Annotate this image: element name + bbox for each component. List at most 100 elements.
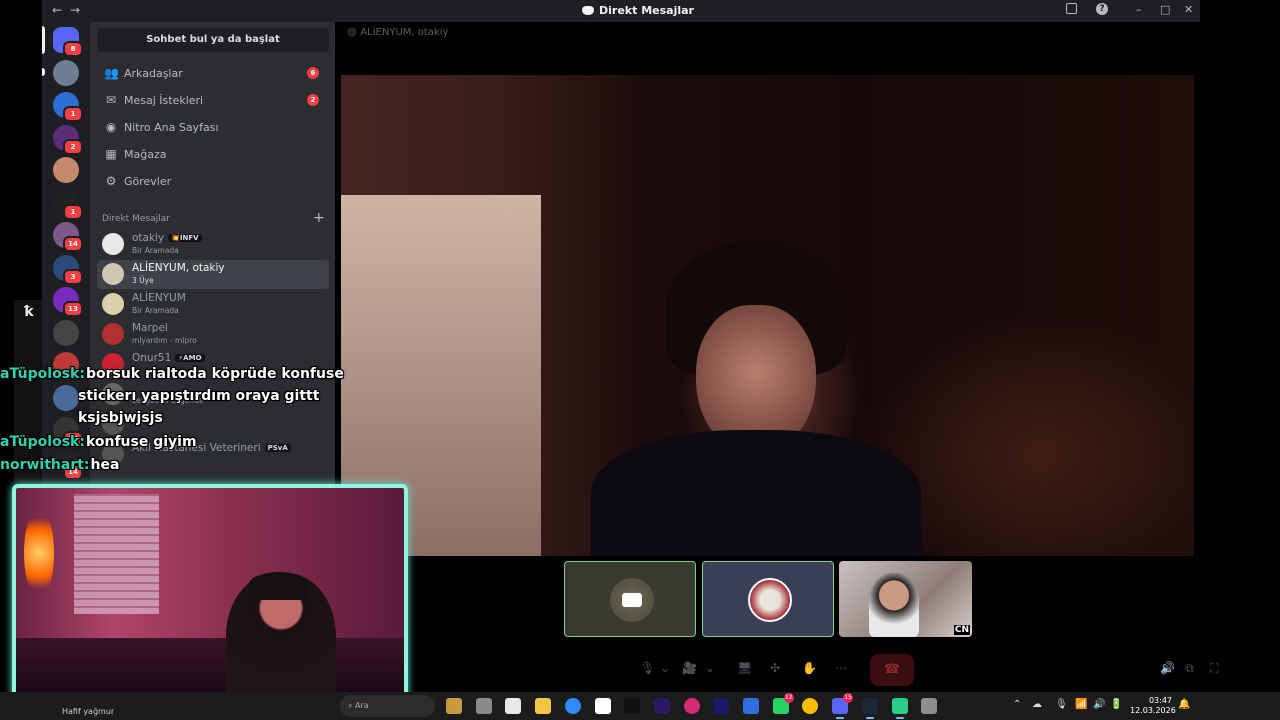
- dm-item[interactable]: Marpel mlyardım - mlpro: [97, 320, 329, 349]
- server-icon-server-3[interactable]: 1: [53, 92, 83, 122]
- nav-label: Mesaj İstekleri: [124, 94, 204, 107]
- participant-video: [869, 573, 919, 637]
- taskbar-app-discord[interactable]: 15: [832, 693, 854, 714]
- dm-item[interactable]: ALİENYUM Bir Aramada: [97, 290, 329, 319]
- server-icon-server-2[interactable]: [53, 59, 79, 86]
- create-dm-button[interactable]: +: [313, 210, 325, 226]
- dm-name-text: ALİENYUM: [132, 292, 186, 304]
- call-control-6[interactable]: ✋: [802, 661, 817, 675]
- call-control-3[interactable]: ⌄: [705, 661, 715, 675]
- taskbar-app-tiktok[interactable]: [624, 698, 641, 714]
- clock[interactable]: 03:47 12.03.2026: [1130, 696, 1176, 716]
- tray-icon-1[interactable]: ☁: [1032, 699, 1042, 710]
- unread-badge: 2: [63, 138, 83, 155]
- notification-icon[interactable]: 🔔: [1178, 699, 1190, 710]
- taskbar: Hafif yağmur ⌕ Ara 12 15 ⌃ ☁ 🎙 📶 🔊 🔋 03:47 12.…: [0, 692, 1280, 720]
- chat-text: konfuse giyim: [85, 434, 197, 450]
- call-control-0[interactable]: 🎙: [640, 661, 655, 675]
- dm-status: Bir Aramada: [132, 246, 179, 255]
- window-title-group: Direkt Mesajlar: [582, 4, 694, 17]
- tray-icon-0[interactable]: ⌃: [1013, 699, 1021, 710]
- avatar: [102, 323, 124, 345]
- chat-message: stickerı yapıştırdım oraya gittt: [78, 388, 319, 404]
- nav-count-badge: 6: [307, 67, 319, 79]
- desktop: ← → Direkt Mesajlar ? – □ ✕ 8 1 2 1 14 3 13 19 1…: [0, 0, 1280, 720]
- taskbar-app-steam[interactable]: [861, 698, 878, 714]
- taskbar-app-store[interactable]: [505, 698, 522, 714]
- participant-tile-video[interactable]: CN: [839, 561, 972, 637]
- server-icon-server-5[interactable]: [53, 157, 79, 183]
- find-conversation-button[interactable]: Sohbet bul ya da başlat: [97, 28, 329, 52]
- server-icon-server-10[interactable]: [53, 319, 79, 346]
- tray-icon-5[interactable]: 🔋: [1110, 699, 1122, 710]
- tray-icon-4[interactable]: 🔊: [1093, 699, 1105, 710]
- clan-tag: 💥INFV: [168, 234, 202, 242]
- taskbar-app-file-explorer[interactable]: [535, 698, 552, 714]
- help-icon[interactable]: ?: [1096, 3, 1108, 15]
- server-icon-server-9[interactable]: 13: [53, 287, 83, 317]
- taskbar-app-after-effects[interactable]: [713, 698, 730, 714]
- inbox-icon[interactable]: [1066, 3, 1077, 14]
- tray-icon-3[interactable]: 📶: [1075, 699, 1087, 710]
- taskbar-app-app-zoom[interactable]: [564, 698, 581, 714]
- server-icon-server-6[interactable]: 1: [53, 189, 83, 220]
- taskbar-app-task-view[interactable]: [475, 698, 492, 714]
- call-right-control-1[interactable]: ⧉: [1185, 661, 1194, 676]
- call-control-5[interactable]: ✣: [770, 661, 780, 675]
- dm-item[interactable]: otakiy 💥INFV Bir Aramada: [97, 230, 329, 259]
- call-right-control-0[interactable]: 🔊: [1160, 661, 1175, 675]
- taskbar-app-app-capcut[interactable]: [594, 698, 611, 714]
- nav-item-4[interactable]: ⚙ Görevler: [97, 168, 329, 195]
- unread-badge: 1: [63, 203, 83, 220]
- chat-username: aTüpolosk:: [0, 366, 85, 382]
- window-blinds: [74, 494, 159, 614]
- nav-item-3[interactable]: ▦ Mağaza: [97, 141, 329, 168]
- taskbar-app-app-obs[interactable]: [891, 698, 908, 714]
- overlay-logo: ꝁ: [24, 304, 34, 320]
- taskbar-app-app-check[interactable]: [743, 698, 759, 714]
- running-indicator: [895, 717, 904, 719]
- participant-tile-avatar[interactable]: [702, 561, 834, 637]
- call-control-7[interactable]: ⋯: [835, 661, 847, 675]
- nav-item-0[interactable]: 👥 Arkadaşlar 6: [97, 60, 329, 87]
- call-control-2[interactable]: 🎥: [682, 661, 697, 675]
- forward-button[interactable]: →: [70, 3, 80, 17]
- app-badge: 12: [783, 693, 794, 703]
- taskbar-app-settings[interactable]: [921, 698, 938, 714]
- server-icon-server-4[interactable]: 2: [53, 124, 83, 155]
- search-label: ⌕ Ara: [348, 701, 369, 710]
- back-button[interactable]: ←: [52, 3, 62, 17]
- participant-tile-camera-off[interactable]: [564, 561, 696, 637]
- server-icon-discord-home[interactable]: 8: [53, 27, 83, 57]
- taskbar-app-chrome[interactable]: [802, 698, 819, 714]
- taskbar-app-whatsapp[interactable]: 12: [772, 693, 794, 714]
- nav-label: Arkadaşlar: [124, 67, 183, 80]
- time: 03:47: [1148, 696, 1172, 705]
- minimize-button[interactable]: –: [1136, 3, 1142, 16]
- taskbar-app-app-brand[interactable]: [446, 698, 462, 714]
- avatar: [102, 263, 124, 285]
- taskbar-app-premiere[interactable]: [653, 698, 670, 714]
- dm-name-text: Marpel: [132, 322, 168, 334]
- server-icon-server-7[interactable]: 14: [53, 222, 83, 252]
- call-control-4[interactable]: 🖥: [737, 661, 752, 675]
- tray-icon-2[interactable]: 🎙: [1055, 699, 1068, 710]
- weather-widget[interactable]: Hafif yağmur: [62, 707, 114, 716]
- call-right-control-2[interactable]: ⛶: [1210, 661, 1218, 676]
- server-icon-server-12[interactable]: [53, 384, 79, 411]
- maximize-button[interactable]: □: [1160, 3, 1170, 16]
- clan-tag: PSvA: [264, 444, 291, 452]
- dm-item[interactable]: ALİENYUM, otakiy 3 Üye: [97, 260, 329, 289]
- leave-call-button[interactable]: ☎: [870, 654, 914, 686]
- dm-status: 3 Üye: [132, 276, 154, 285]
- nav-item-1[interactable]: ✉ Mesaj İstekleri 2: [97, 87, 329, 114]
- taskbar-app-instagram[interactable]: [683, 698, 700, 714]
- close-button[interactable]: ✕: [1184, 3, 1193, 16]
- nav-item-2[interactable]: ◉ Nitro Ana Sayfası: [97, 114, 329, 141]
- call-control-1[interactable]: ⌄: [660, 661, 670, 675]
- main-video-feed[interactable]: [341, 75, 1194, 556]
- taskbar-search[interactable]: ⌕ Ara: [340, 695, 435, 717]
- server-icon-server-8[interactable]: 3: [53, 254, 83, 285]
- window-title: Direkt Mesajlar: [599, 4, 694, 17]
- unread-badge: 13: [63, 301, 83, 317]
